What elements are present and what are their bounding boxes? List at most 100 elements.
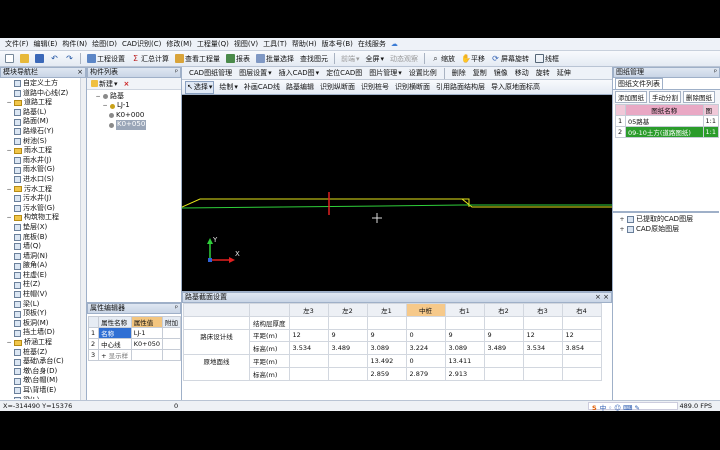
cad-tool-button[interactable]: 识别桩号 [360, 81, 390, 94]
nav-item[interactable]: 污水井(J) [2, 194, 80, 204]
menu-item[interactable]: 修改(M) [166, 39, 192, 49]
nav-group[interactable]: − 雨水工程 [2, 146, 80, 156]
nav-group[interactable]: − 道路工程 [2, 98, 80, 108]
nav-scrollbar[interactable] [80, 78, 86, 400]
component-tree-item[interactable]: − 路基 [95, 92, 180, 102]
section-value-cell[interactable] [366, 315, 407, 330]
sum-calc-button[interactable]: Σ 汇总计算 [130, 52, 170, 65]
nav-item[interactable]: 腋角(A) [2, 261, 80, 271]
drawing-canvas[interactable]: Y X [181, 95, 612, 291]
menu-item[interactable]: 文件(F) [5, 39, 29, 49]
add-drawing-button[interactable]: 添加图纸 [615, 91, 647, 103]
pan-button[interactable]: ✋ 平移 [460, 52, 486, 65]
nav-item[interactable]: 墙洞(N) [2, 252, 80, 262]
section-value-cell[interactable] [522, 315, 563, 330]
plus-expand-icon[interactable]: + [101, 352, 106, 360]
section-value-cell[interactable] [288, 354, 329, 368]
cad-tool-button[interactable]: 识别纵断面 [319, 81, 356, 94]
batch-select-button[interactable]: 批量选择 [255, 52, 295, 65]
cad-menu-item[interactable]: 镜像 [493, 67, 509, 79]
section-value-cell[interactable]: 9 [483, 328, 524, 343]
menu-item[interactable]: 视图(V) [234, 39, 258, 49]
section-value-cell[interactable]: 12 [561, 328, 602, 343]
section-row[interactable]: 标高(m) 3.534 3.489 3.089 3.224 3.089 3.489 3.534… [183, 341, 602, 356]
nav-group[interactable]: − 污水工程 [2, 185, 80, 195]
delete-component-button[interactable]: × [123, 77, 131, 90]
cad-menu-item[interactable]: 延伸 [556, 67, 572, 79]
collapse-icon[interactable]: − [95, 92, 101, 102]
nav-item[interactable]: 底板(B) [2, 233, 80, 243]
menu-item[interactable]: CAD识别(C) [122, 39, 161, 49]
section-value-cell[interactable]: 2.859 [366, 366, 407, 381]
cad-menu-item[interactable]: 设置比例 [408, 67, 438, 79]
section-value-cell[interactable]: 3.489 [327, 341, 368, 356]
attr-row[interactable]: 1 名称 LJ-1 [87, 327, 182, 339]
checkbox-icon[interactable] [627, 216, 634, 224]
section-row[interactable]: 结构层厚度 [183, 315, 602, 330]
attr-row[interactable]: 3 + 显示样 [87, 349, 182, 361]
layer-item[interactable]: + CAD原始图层 [619, 225, 693, 235]
nav-item[interactable]: 墙(Q) [2, 242, 80, 252]
find-element-button[interactable]: 查找图元 [299, 52, 329, 65]
cad-menu-item[interactable]: CAD图纸管理 [188, 67, 233, 79]
splitter[interactable] [613, 211, 719, 213]
attr-row-extra[interactable] [161, 338, 182, 350]
dynamic-view-button[interactable]: 动态观察 [389, 52, 419, 65]
checkbox-icon[interactable] [627, 225, 634, 233]
section-row[interactable]: 路床设计线 平距(m) 12 9 9 0 9 9 12 12 [183, 328, 602, 343]
nav-item[interactable]: 路缘石(Y) [2, 127, 80, 137]
menu-item[interactable]: 构件(N) [62, 39, 87, 49]
nav-item[interactable]: 路基(L) [2, 108, 80, 118]
section-value-cell[interactable]: 3.224 [405, 341, 446, 356]
section-value-cell[interactable] [327, 366, 368, 381]
cad-menu-item[interactable]: 图层设置 ▾ [238, 67, 273, 79]
nav-item[interactable]: 垫层(X) [2, 223, 80, 233]
attr-row[interactable]: 2 中心线 K0+050 [87, 338, 182, 350]
nav-item[interactable]: 雨水管(G) [2, 165, 80, 175]
cad-tool-button[interactable]: 引用路面结构层 [435, 81, 486, 94]
save-button[interactable] [34, 52, 45, 65]
section-value-cell[interactable]: 12 [522, 328, 563, 343]
section-row[interactable]: 标高(m) 2.859 2.879 2.913 [183, 366, 602, 381]
collapse-icon[interactable]: − [6, 146, 12, 156]
nav-item[interactable]: 柱帽(V) [2, 290, 80, 300]
collapse-icon[interactable]: − [6, 98, 12, 108]
manual-split-button[interactable]: 手动分割 [649, 91, 681, 103]
attr-row-extra[interactable] [161, 349, 182, 361]
new-file-button[interactable] [4, 52, 15, 65]
open-file-button[interactable] [19, 52, 30, 65]
section-value-cell[interactable]: 13.492 [366, 354, 407, 368]
section-value-cell[interactable]: 3.534 [288, 341, 329, 356]
expand-icon[interactable]: + [619, 225, 625, 235]
section-value-cell[interactable] [561, 354, 602, 368]
input-method-bar[interactable]: S中 ◦ ☺ ⌨ ✎ [588, 402, 678, 412]
cad-menu-item[interactable]: 插入CAD图 ▾ [278, 67, 321, 79]
nav-item[interactable]: 墩\台身(D) [2, 367, 80, 377]
nav-item[interactable]: 墩\台帽(M) [2, 376, 80, 386]
cad-tool-button[interactable]: 路基编辑 [285, 81, 315, 94]
section-value-cell[interactable]: 3.534 [522, 341, 563, 356]
collapse-icon[interactable]: − [102, 101, 108, 111]
drawing-row-selected[interactable]: 2 09-10土方(道路图纸) 1:1 [615, 126, 720, 138]
layer-item[interactable]: + 已提取的CAD图层 [619, 215, 693, 225]
zoom-button[interactable]: ⌕ 缩放 [430, 52, 456, 65]
nav-item[interactable]: 柱虚(E) [2, 271, 80, 281]
section-value-cell[interactable] [522, 366, 563, 381]
section-value-cell[interactable] [561, 366, 602, 381]
report-button[interactable]: 报表 [225, 52, 251, 65]
section-value-cell[interactable]: 0 [405, 354, 446, 368]
section-value-cell[interactable]: 9 [444, 328, 485, 343]
delete-drawing-button[interactable]: 删除图纸 [683, 91, 715, 103]
menu-item[interactable]: 绘图(D) [92, 39, 117, 49]
select-all-button[interactable]: 全屏 ▾ [365, 52, 386, 65]
section-value-cell[interactable] [561, 315, 602, 330]
cad-tool-button[interactable]: 导入原地面标高 [490, 81, 541, 94]
section-value-cell[interactable]: 3.089 [366, 341, 407, 356]
section-value-cell[interactable]: 9 [327, 328, 368, 343]
section-value-cell[interactable]: 2.879 [405, 366, 446, 381]
close-icon[interactable]: × × [595, 293, 611, 302]
section-value-cell[interactable] [483, 354, 524, 368]
section-value-cell[interactable]: 3.854 [561, 341, 602, 356]
new-component-button[interactable]: 新建 ▾ [90, 77, 119, 90]
pin-icon[interactable]: ᵖ [175, 68, 180, 77]
